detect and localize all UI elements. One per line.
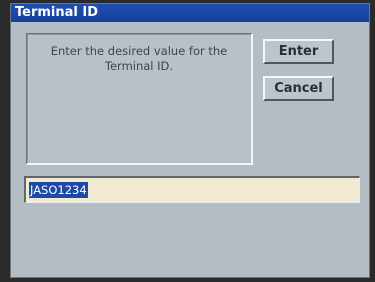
enter-button[interactable]: Enter — [263, 39, 334, 64]
title-bar: Terminal ID — [11, 4, 369, 22]
terminal-id-input[interactable]: JASO1234 — [24, 176, 360, 203]
terminal-id-dialog: Terminal ID Enter the desired value for … — [10, 3, 370, 278]
input-value-selected: JASO1234 — [29, 182, 88, 198]
message-panel: Enter the desired value for the Terminal… — [26, 33, 253, 165]
window-title: Terminal ID — [15, 5, 99, 20]
instruction-text: Enter the desired value for the Terminal… — [50, 44, 228, 73]
cancel-button[interactable]: Cancel — [263, 76, 334, 101]
